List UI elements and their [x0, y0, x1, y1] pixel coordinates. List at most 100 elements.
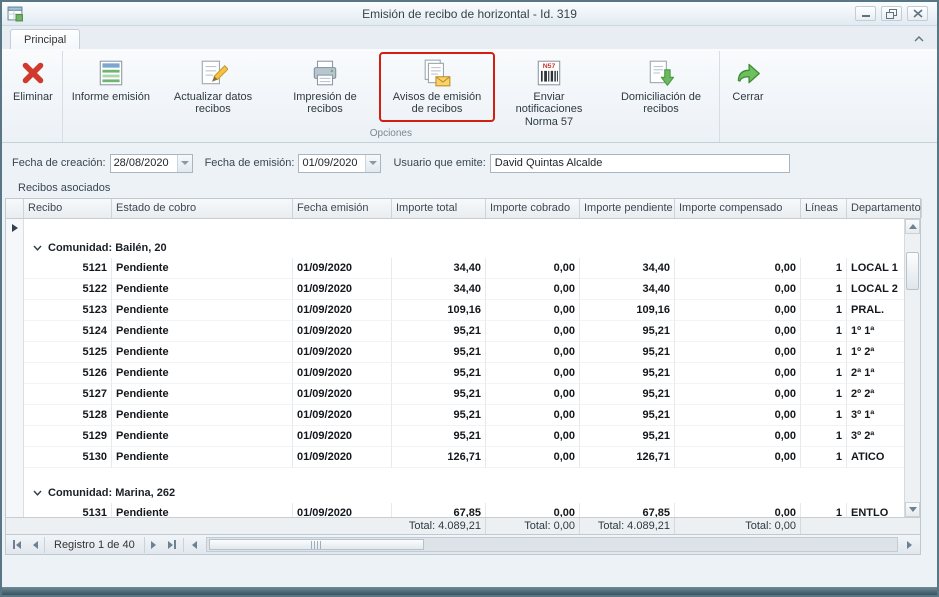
triangle-right-icon: [151, 541, 156, 549]
close-button[interactable]: [907, 6, 928, 21]
toolbar-button-impresion-de-recibos[interactable]: Impresión de recibos: [269, 54, 381, 120]
chevron-up-icon: [914, 36, 924, 42]
scroll-down-button[interactable]: [905, 502, 920, 517]
close-icon: [913, 9, 923, 18]
column-header-importe-compensado[interactable]: Importe compensado: [675, 199, 801, 218]
column-header-importe-total[interactable]: Importe total: [392, 199, 486, 218]
table-row[interactable]: 5123Pendiente01/09/2020109,160,00109,160…: [6, 300, 920, 321]
toolbar-button-label: Cerrar: [732, 91, 763, 103]
table-row[interactable]: 5128Pendiente01/09/202095,210,0095,210,0…: [6, 405, 920, 426]
toolbar-button-avisos-de-emision-de-recibos[interactable]: Avisos de emisión de recibos: [381, 54, 493, 120]
table-row[interactable]: 5124Pendiente01/09/202095,210,0095,210,0…: [6, 321, 920, 342]
collapse-ribbon-button[interactable]: [910, 31, 928, 46]
horizontal-scrollbar-thumb[interactable]: [209, 539, 424, 550]
previous-record-button[interactable]: [26, 537, 44, 553]
update-receipts-icon: [198, 58, 228, 88]
totals-leading-space: [6, 518, 392, 534]
restore-icon: [886, 9, 897, 19]
scroll-right-button[interactable]: [900, 537, 918, 553]
vertical-scrollbar-thumb[interactable]: [906, 252, 919, 290]
ribbon-group-buttons: Eliminar: [6, 51, 60, 127]
vertical-scrollbar[interactable]: [904, 219, 920, 517]
toolbar-button-enviar-notificaciones-norma-57[interactable]: N57Enviar notificaciones Norma 57: [493, 54, 605, 120]
exit-icon: [733, 58, 763, 88]
triangle-left-icon: [33, 541, 38, 549]
toolbar-button-eliminar[interactable]: Eliminar: [6, 54, 60, 120]
restore-button[interactable]: [881, 6, 902, 21]
row-indicator-header: [6, 199, 24, 218]
toolbar-button-label: Eliminar: [13, 91, 53, 103]
cell-importe-compensado: 0,00: [675, 279, 801, 300]
group-expand-icon[interactable]: [33, 245, 42, 251]
table-row[interactable]: 5126Pendiente01/09/202095,210,0095,210,0…: [6, 363, 920, 384]
group-label: Comunidad: Bailén, 20: [24, 237, 167, 258]
cell-fecha-emision: 01/09/2020: [293, 384, 392, 405]
cell-fecha-emision: 01/09/2020: [293, 426, 392, 447]
cell-estado-de-cobro: Pendiente: [112, 503, 293, 517]
column-header-recibo[interactable]: Recibo: [24, 199, 112, 218]
cell-importe-pendiente: 95,21: [580, 363, 675, 384]
row-indicator-cell: [6, 279, 24, 300]
table-row[interactable]: 5131Pendiente01/09/202067,850,0067,850,0…: [6, 503, 920, 517]
emission-date-dropdown-button[interactable]: [365, 155, 380, 172]
current-row-indicator-icon: [12, 224, 18, 232]
minimize-button[interactable]: [855, 6, 876, 21]
column-header-importe-cobrado[interactable]: Importe cobrado: [486, 199, 580, 218]
toolbar-button-label: Enviar notificaciones Norma 57: [500, 91, 598, 128]
row-indicator-cell: [6, 405, 24, 426]
next-record-button[interactable]: [145, 537, 163, 553]
creation-date-dropdown-button[interactable]: [177, 155, 192, 172]
column-header-departamento[interactable]: Departamento: [847, 199, 922, 218]
table-row[interactable]: 5122Pendiente01/09/202034,400,0034,400,0…: [6, 279, 920, 300]
ribbon-group: Eliminar: [4, 51, 62, 142]
toolbar-button-cerrar[interactable]: Cerrar: [722, 54, 774, 120]
table-row[interactable]: 5129Pendiente01/09/202095,210,0095,210,0…: [6, 426, 920, 447]
cell-estado-de-cobro: Pendiente: [112, 384, 293, 405]
row-indicator-cell: [6, 237, 24, 258]
cell-lineas: 1: [801, 503, 847, 517]
scroll-left-button[interactable]: [186, 537, 204, 553]
last-record-button[interactable]: [163, 537, 181, 553]
table-row[interactable]: 5125Pendiente01/09/202095,210,0095,210,0…: [6, 342, 920, 363]
cell-importe-pendiente: 109,16: [580, 300, 675, 321]
cell-importe-compensado: 0,00: [675, 363, 801, 384]
toolbar-button-informe-emision[interactable]: Informe emisión: [65, 54, 157, 120]
cell-estado-de-cobro: Pendiente: [112, 279, 293, 300]
toolbar-button-actualizar-datos-recibos[interactable]: Actualizar datos recibos: [157, 54, 269, 120]
cell-recibo: 5123: [24, 300, 112, 321]
cell-fecha-emision: 01/09/2020: [293, 342, 392, 363]
cell-recibo: 5122: [24, 279, 112, 300]
window-title: Emisión de recibo de horizontal - Id. 31…: [2, 7, 937, 21]
group-row-comunidad-marina-262[interactable]: Comunidad: Marina, 262: [6, 482, 920, 503]
cell-lineas: 1: [801, 279, 847, 300]
creation-date-input[interactable]: [111, 155, 177, 172]
column-header-estado-de-cobro[interactable]: Estado de cobro: [112, 199, 293, 218]
table-row[interactable]: 5127Pendiente01/09/202095,210,0095,210,0…: [6, 384, 920, 405]
cell-lineas: 1: [801, 258, 847, 279]
toolbar-button-label: Domiciliación de recibos: [612, 91, 710, 116]
cell-recibo: 5130: [24, 447, 112, 468]
row-indicator-cell: [6, 219, 24, 237]
first-record-button[interactable]: [8, 537, 26, 553]
scroll-up-button[interactable]: [905, 219, 920, 234]
table-row[interactable]: 5121Pendiente01/09/202034,400,0034,400,0…: [6, 258, 920, 279]
chevron-down-icon: [369, 161, 377, 165]
horizontal-scrollbar[interactable]: [206, 537, 898, 552]
emission-date-input[interactable]: [299, 155, 365, 172]
tab-principal[interactable]: Principal: [10, 29, 80, 49]
cell-estado-de-cobro: Pendiente: [112, 405, 293, 426]
cell-importe-cobrado: 0,00: [486, 258, 580, 279]
norma57-icon: N57: [534, 58, 564, 88]
table-row[interactable]: 5130Pendiente01/09/2020126,710,00126,710…: [6, 447, 920, 468]
cell-importe-pendiente: 67,85: [580, 503, 675, 517]
toolbar-button-domiciliacion-de-recibos[interactable]: Domiciliación de recibos: [605, 54, 717, 120]
group-expand-icon[interactable]: [33, 490, 42, 496]
window-system-icon[interactable]: [7, 5, 24, 22]
column-header-importe-pendiente[interactable]: Importe pendiente: [580, 199, 675, 218]
emitting-user-input[interactable]: [490, 154, 790, 173]
column-header-fecha-emision[interactable]: Fecha emisión: [293, 199, 392, 218]
cell-fecha-emision: 01/09/2020: [293, 300, 392, 321]
group-row-comunidad-bailen-20[interactable]: Comunidad: Bailén, 20: [6, 237, 920, 258]
cell-estado-de-cobro: Pendiente: [112, 426, 293, 447]
column-header-lineas[interactable]: Líneas: [801, 199, 847, 218]
